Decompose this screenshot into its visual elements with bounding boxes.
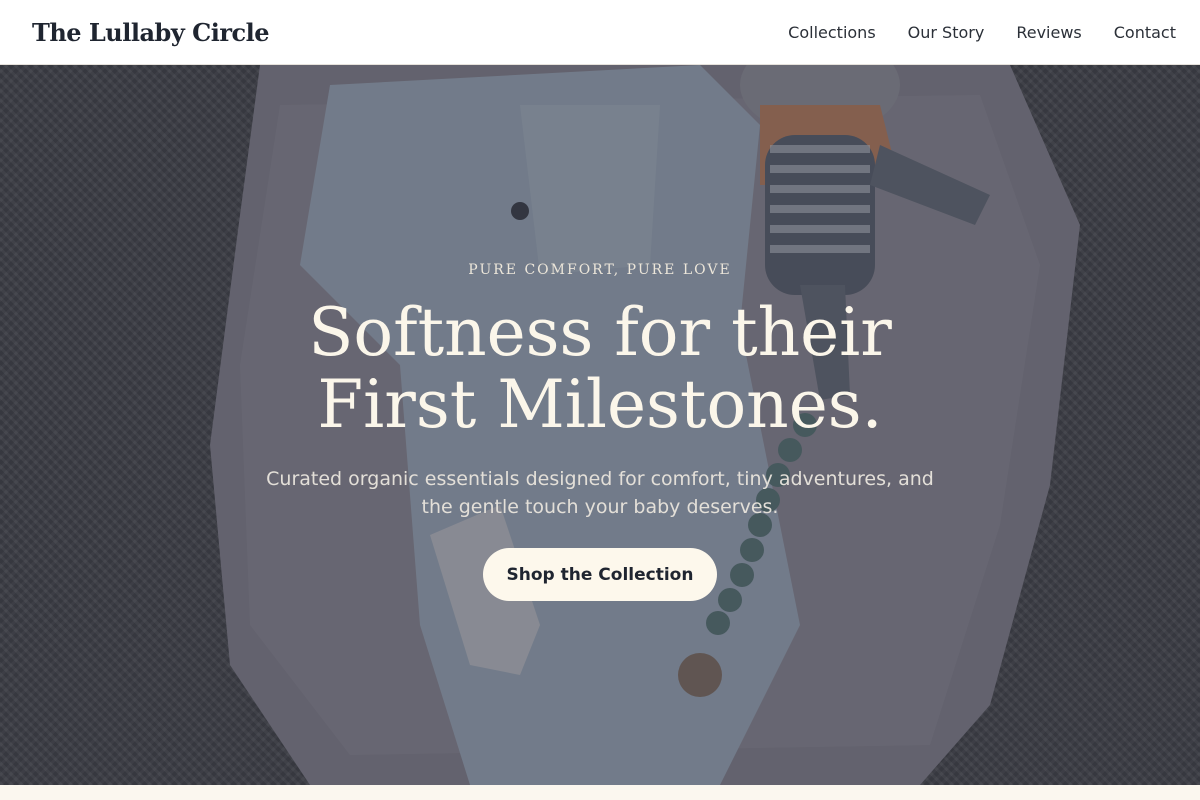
hero-headline-line-1: Softness for their [308,294,892,371]
hero-headline: Softness for their First Milestones. [0,297,1200,441]
site-header: The Lullaby Circle Collections Our Story… [0,0,1200,65]
main-nav: Collections Our Story Reviews Contact [788,23,1176,42]
nav-contact[interactable]: Contact [1114,23,1176,42]
nav-reviews[interactable]: Reviews [1016,23,1081,42]
hero-eyebrow: PURE COMFORT, PURE LOVE [468,262,732,278]
brand-logo[interactable]: The Lullaby Circle [32,18,270,47]
shop-collection-button[interactable]: Shop the Collection [483,548,717,601]
nav-collections[interactable]: Collections [788,23,875,42]
hero-content: PURE COMFORT, PURE LOVE Softness for the… [0,65,1200,785]
hero-headline-line-2: First Milestones. [317,366,883,443]
hero-section: PURE COMFORT, PURE LOVE Softness for the… [0,65,1200,785]
nav-our-story[interactable]: Our Story [908,23,985,42]
hero-subtext: Curated organic essentials designed for … [266,468,934,518]
next-section-edge [0,785,1200,800]
